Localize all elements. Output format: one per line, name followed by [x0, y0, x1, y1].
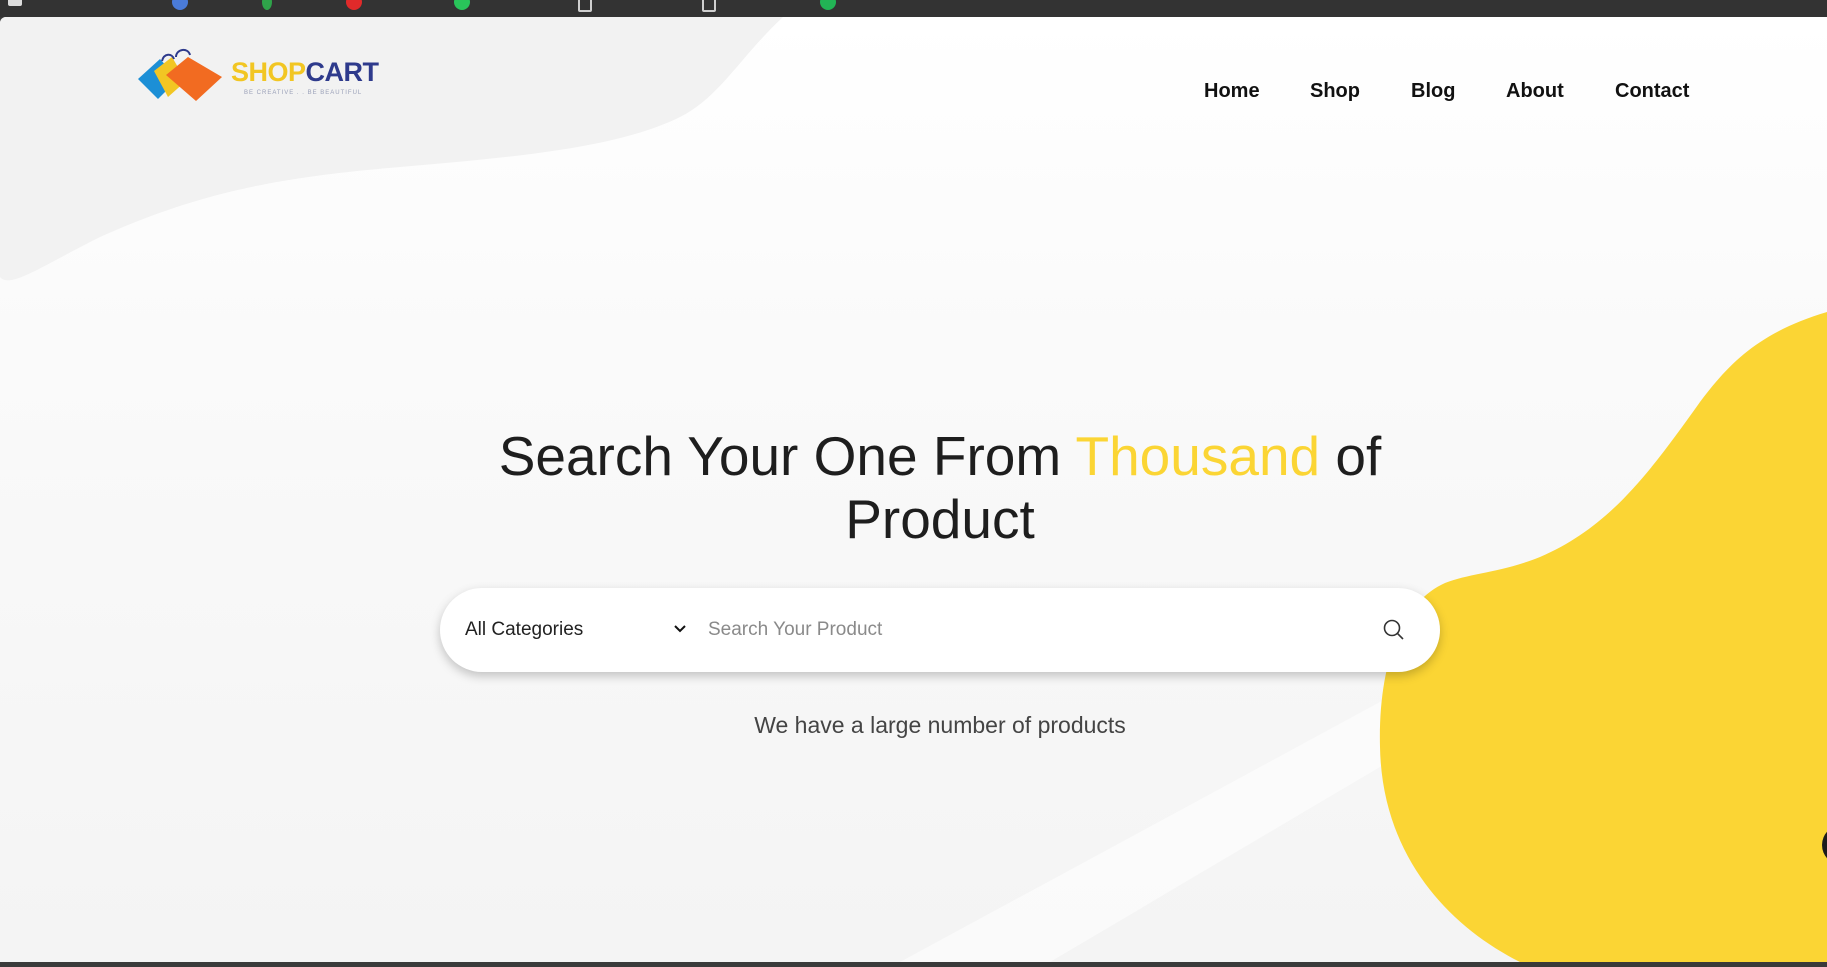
browser-bookmarks-bar [0, 0, 1827, 17]
brand-name: SHOPCART [231, 59, 379, 86]
page: SHOPCART BE CREATIVE . . BE BEAUTIFUL Ho… [0, 17, 1827, 962]
search-input[interactable] [708, 610, 1338, 650]
nav-link-shop[interactable]: Shop [1310, 80, 1360, 103]
hero-subtitle: We have a large number of products [754, 712, 1126, 738]
bookmark-icon[interactable] [578, 0, 592, 12]
hero-title-highlight: Thousand [1075, 425, 1321, 487]
bookmark-icon[interactable] [262, 0, 272, 10]
nav-link-home[interactable]: Home [1204, 80, 1260, 103]
bookmark-icon[interactable] [172, 0, 188, 10]
bookmark-icon[interactable] [702, 0, 716, 12]
category-select-value: All Categories [465, 619, 584, 640]
category-select[interactable]: All Categories [465, 616, 687, 644]
shopping-bags-icon [138, 49, 222, 101]
product-search-bar: All Categories [440, 588, 1440, 672]
nav-link-about[interactable]: About [1506, 80, 1564, 103]
yellow-blob-shape [1379, 312, 1827, 962]
chevron-down-icon [674, 625, 686, 633]
shopcart-logo[interactable]: SHOPCART BE CREATIVE . . BE BEAUTIFUL [136, 47, 386, 109]
brand-name-cart: CART [305, 57, 380, 87]
bookmark-icon[interactable] [346, 0, 362, 10]
brand-name-shop: SHOP [231, 57, 306, 87]
bookmark-icon[interactable] [8, 0, 22, 6]
search-icon [1383, 619, 1404, 640]
hero-title: Search Your One From Thousand of Product [440, 425, 1440, 551]
nav-link-contact[interactable]: Contact [1615, 80, 1689, 103]
bookmark-icon[interactable] [820, 0, 836, 10]
hero-title-start: Search Your One From [498, 425, 1076, 487]
nav-link-blog[interactable]: Blog [1411, 80, 1455, 103]
window-bottom-edge [0, 962, 1827, 967]
whatsapp-icon[interactable] [454, 0, 470, 10]
brand-tagline: BE CREATIVE . . BE BEAUTIFUL [244, 90, 363, 96]
search-button[interactable] [1382, 618, 1406, 642]
site-header: SHOPCART BE CREATIVE . . BE BEAUTIFUL Ho… [0, 17, 1827, 137]
